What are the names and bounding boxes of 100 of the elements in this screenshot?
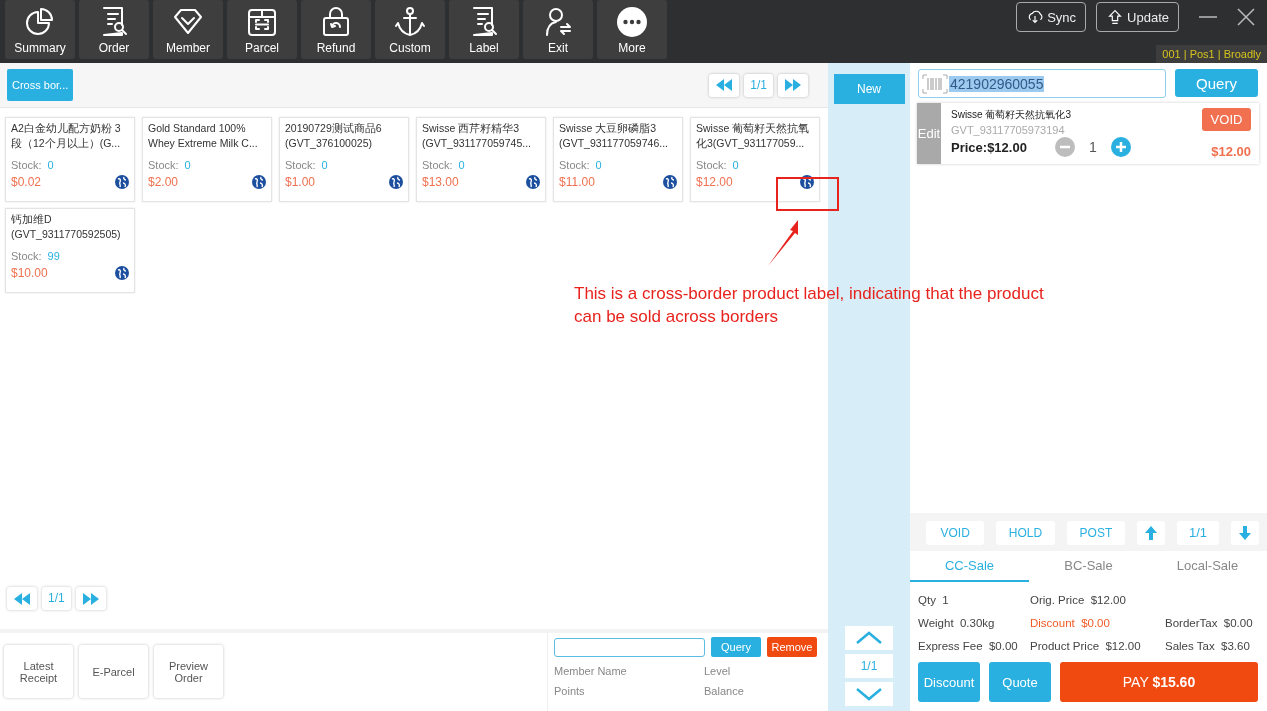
member-field-label: Points	[554, 685, 586, 697]
member-search-field[interactable]	[554, 637, 705, 657]
toolbar-button[interactable]: Order	[79, 0, 149, 59]
previous-page-button[interactable]	[709, 73, 740, 97]
product-name: A2白金幼儿配方奶粉 3段（12个月以上）(G...	[11, 121, 122, 151]
stock-value: 0	[184, 159, 191, 171]
next-page-button[interactable]	[75, 587, 106, 610]
product-name: 20190729测试商品6 (GVT_376100025)	[285, 121, 383, 151]
stock-value: 0	[458, 159, 465, 171]
item-name: Swisse 葡萄籽天然抗氧化3	[951, 108, 1072, 122]
arrow-bottom-icon	[1238, 526, 1251, 540]
remove-button[interactable]: Remove	[767, 637, 817, 657]
product-name: 钙加维D (GVT_9311770592505)	[11, 212, 122, 242]
more-icon	[615, 5, 649, 39]
toolbar-button[interactable]: Member	[153, 0, 223, 59]
product-price: $1.00	[285, 175, 316, 189]
cloud-download-icon	[1026, 8, 1045, 26]
product-price: $13.00	[422, 175, 459, 189]
product-price: $2.00	[148, 175, 179, 189]
arrow-top-icon	[1145, 526, 1158, 540]
rewind-icon	[716, 79, 733, 91]
page-indicator: 1/1	[42, 587, 71, 610]
product-price: $11.00	[559, 175, 595, 189]
barcode-search-field[interactable]: 421902960055	[918, 69, 1166, 98]
stock-value: 0	[732, 159, 739, 171]
summary-field: Weight 0.30kg	[918, 616, 1030, 629]
stock-label: Stock:	[11, 250, 42, 262]
member-field-label: Member Name	[554, 665, 628, 677]
plus-icon	[1110, 137, 1131, 157]
toolbar-button[interactable]: Custom	[375, 0, 445, 59]
toolbar-button[interactable]: More	[597, 0, 667, 59]
stock-label: Stock:	[422, 159, 453, 171]
next-page-button[interactable]	[778, 73, 808, 97]
product-name: Swisse 大豆卵磷脂3 (GVT_931177059746...	[559, 121, 669, 151]
scroll-top-button[interactable]	[1137, 521, 1166, 545]
product-name: Swisse 葡萄籽天然抗氧化3(GVT_931177059...	[696, 121, 811, 151]
chevron-down-icon	[855, 687, 883, 701]
item-price: Price:$12.00	[951, 139, 1027, 155]
stock-label: Stock:	[11, 159, 42, 171]
stock-value: 0	[47, 159, 54, 171]
barcode-icon	[922, 73, 948, 94]
summary-field: Sales Tax $3.60	[1165, 639, 1259, 652]
previous-page-button[interactable]	[7, 587, 37, 610]
stock-label: Stock:	[559, 159, 590, 171]
status-label: 001 | Pos1 | Broadly	[1156, 45, 1267, 63]
minus-icon	[1054, 137, 1075, 157]
fast-forward-icon	[785, 79, 801, 91]
toolbar-button[interactable]: Parcel	[227, 0, 297, 59]
scroll-down-button[interactable]	[845, 682, 893, 706]
scroll-bottom-button[interactable]	[1230, 521, 1259, 545]
summary-field: Product Price $12.00	[1030, 639, 1165, 652]
stock-value: 0	[321, 159, 328, 171]
product-card[interactable]: 钙加维D (GVT_9311770592505) Stock: 99 $10.00	[5, 208, 135, 293]
product-card[interactable]: Swisse 大豆卵磷脂3 (GVT_931177059746... Stock: 0 $11.00	[553, 117, 683, 202]
product-name: Swisse 西芹籽精华3 (GVT_931177059745...	[422, 121, 532, 151]
page-indicator: 1/1	[744, 73, 773, 97]
footer-button[interactable]: E-Parcel	[79, 645, 148, 698]
stock-label: Stock:	[148, 159, 179, 171]
anchor-icon	[393, 5, 427, 39]
fast-forward-icon	[82, 592, 99, 605]
item-total: $12.00	[1211, 144, 1251, 159]
increase-button[interactable]	[1110, 137, 1131, 157]
product-card[interactable]: Swisse 葡萄籽天然抗氧化3(GVT_931177059... Stock: 0 $12.00	[690, 117, 820, 202]
product-name: Gold Standard 100% Whey Extreme Milk C...	[148, 121, 259, 151]
product-card[interactable]: Gold Standard 100% Whey Extreme Milk C... Stock: 0 $2.00	[142, 117, 272, 202]
product-card[interactable]: A2白金幼儿配方奶粉 3段（12个月以上）(G... Stock: 0 $0.02	[5, 117, 135, 202]
toolbar-button[interactable]: Summary	[5, 0, 75, 59]
sync-button[interactable]: Sync	[1016, 2, 1087, 32]
highlight-box	[776, 177, 839, 211]
page-indicator: 1/1	[845, 654, 893, 678]
stock-label: Stock:	[285, 159, 316, 171]
product-card[interactable]: Swisse 西芹籽精华3 (GVT_931177059745... Stock: 0 $13.00	[416, 117, 546, 202]
upload-icon	[1106, 8, 1125, 26]
footer-button[interactable]: Preview Order	[154, 645, 223, 698]
toolbar-button[interactable]: Label	[449, 0, 519, 59]
member-field-label: Balance	[704, 685, 745, 697]
member-field-label: Level	[704, 665, 732, 677]
scroll-up-button[interactable]	[845, 626, 893, 650]
product-price: $12.00	[696, 175, 733, 189]
decrease-button[interactable]	[1054, 137, 1075, 157]
stock-value: 0	[595, 159, 602, 171]
toolbar-button[interactable]: Exit	[523, 0, 593, 59]
rewind-icon	[14, 592, 30, 605]
stock-label: Stock:	[696, 159, 727, 171]
quantity-value: 1	[1088, 139, 1097, 155]
product-card[interactable]: 20190729测试商品6 (GVT_376100025) Stock: 0 $1.00	[279, 117, 409, 202]
summary-field: Express Fee $0.00	[918, 639, 1030, 652]
footer-button[interactable]: Latest Receipt	[4, 645, 73, 698]
summary-field: BorderTax $0.00	[1165, 616, 1259, 629]
stock-value: 99	[47, 250, 60, 262]
pay-button[interactable]: PAY $15.60	[1060, 662, 1258, 702]
summary-field: Discount $0.00	[1030, 616, 1165, 629]
product-price: $10.00	[11, 266, 48, 280]
summary-field: Qty 1	[918, 593, 1030, 606]
chevron-up-icon	[855, 631, 883, 645]
update-button[interactable]: Update	[1096, 2, 1179, 32]
summary-field: Orig. Price $12.00	[1030, 593, 1165, 606]
annotation-text: This is a cross-border product label, indicating that the product can be sold across borders	[574, 283, 1044, 328]
close-icon	[1237, 8, 1255, 26]
toolbar-button[interactable]: Refund	[301, 0, 371, 59]
